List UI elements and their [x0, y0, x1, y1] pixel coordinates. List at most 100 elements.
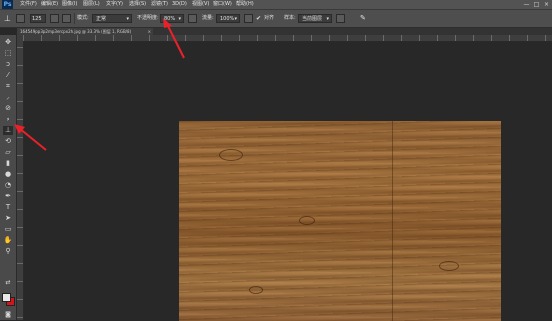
- crop-tool-icon[interactable]: ⌗: [3, 82, 13, 91]
- menu-edit[interactable]: 编辑(E): [41, 0, 58, 9]
- menu-select[interactable]: 选择(S): [129, 0, 146, 9]
- history-brush-tool-icon[interactable]: ⟲: [3, 137, 13, 146]
- clone-stamp-icon[interactable]: ⊥: [4, 13, 11, 24]
- swap-colors-icon[interactable]: ⇄: [3, 278, 13, 287]
- ruler-tick: [239, 35, 240, 41]
- ruler-tick: [437, 35, 438, 41]
- brush-tool-icon[interactable]: ⸗: [3, 115, 13, 124]
- ruler-tick: [17, 119, 23, 120]
- wood-knot: [219, 149, 243, 161]
- airbrush-icon[interactable]: [244, 14, 253, 23]
- pressure-size-icon[interactable]: ✎: [360, 13, 366, 24]
- sample-value: 当前图层: [302, 16, 323, 22]
- ruler-tick: [401, 35, 402, 41]
- ruler-tick: [17, 83, 23, 84]
- hand-tool-icon[interactable]: ✋: [3, 236, 13, 245]
- mode-select[interactable]: 正常 ▾: [92, 14, 132, 23]
- healing-tool-icon[interactable]: ⊘: [3, 104, 13, 113]
- ruler-tick: [17, 65, 23, 66]
- ruler-tick: [77, 35, 78, 41]
- sample-label: 样本:: [284, 15, 296, 21]
- ruler-tick: [257, 35, 258, 41]
- menu-filter[interactable]: 滤镜(T): [151, 0, 168, 9]
- ruler-tick: [17, 281, 23, 282]
- close-tab-icon[interactable]: ×: [148, 28, 151, 35]
- clone-source-icon[interactable]: [62, 14, 71, 23]
- close-window-button[interactable]: ×: [542, 0, 551, 9]
- ruler-tick: [17, 263, 23, 264]
- ruler-tick: [221, 35, 222, 41]
- lasso-tool-icon[interactable]: ↄ: [3, 60, 13, 69]
- tool-preset-picker[interactable]: [16, 14, 25, 23]
- blur-tool-icon[interactable]: ●: [3, 170, 13, 179]
- menu-window[interactable]: 窗口(W): [213, 0, 232, 9]
- document-tab[interactable]: 164549pp3p2mp3ercpx2h.jpg @ 33.3% (图层 1,…: [17, 28, 153, 35]
- ruler-tick: [347, 35, 348, 41]
- menu-bar: Ps 文件(F) 编辑(E) 图像(I) 图层(L) 文字(Y) 选择(S) 滤…: [0, 0, 552, 10]
- flow-input[interactable]: 100% ▾: [216, 14, 240, 23]
- ruler-tick: [17, 209, 23, 210]
- eraser-tool-icon[interactable]: ▱: [3, 148, 13, 157]
- ruler-tick: [17, 155, 23, 156]
- gradient-tool-icon[interactable]: ▮: [3, 159, 13, 168]
- ruler-tick: [203, 35, 204, 41]
- menu-file[interactable]: 文件(F): [20, 0, 37, 9]
- horizontal-ruler[interactable]: [17, 35, 552, 42]
- ruler-tick: [383, 35, 384, 41]
- quick-mask-icon[interactable]: ◙: [3, 310, 13, 319]
- ruler-tick: [509, 35, 510, 41]
- vertical-ruler[interactable]: [17, 41, 24, 320]
- ignore-adjustment-icon[interactable]: [336, 14, 345, 23]
- ruler-tick: [275, 35, 276, 41]
- ruler-tick: [329, 35, 330, 41]
- clone-stamp-tool-icon[interactable]: ⊥: [3, 126, 13, 135]
- quick-select-tool-icon[interactable]: ⁄: [3, 71, 13, 80]
- pen-tool-icon[interactable]: ✒: [3, 192, 13, 201]
- ruler-tick: [527, 35, 528, 41]
- ruler-tick: [131, 35, 132, 41]
- opacity-label: 不透明度:: [137, 15, 159, 21]
- ruler-tick: [17, 317, 23, 318]
- dodge-tool-icon[interactable]: ◔: [3, 181, 13, 190]
- menu-layer[interactable]: 图层(L): [83, 0, 100, 9]
- app-logo: Ps: [2, 0, 13, 9]
- aligned-checkbox[interactable]: ✔: [256, 13, 261, 24]
- menu-type[interactable]: 文字(Y): [106, 0, 123, 9]
- ruler-tick: [95, 35, 96, 41]
- ruler-tick: [17, 299, 23, 300]
- tools-panel: ✥ ⬚ ↄ ⁄ ⌗ ⸝ ⊘ ⸗ ⊥ ⟲ ▱ ▮ ● ◔ ✒ T ➤ ▭ ✋ ⚲ …: [0, 35, 17, 320]
- foreground-color-swatch[interactable]: [2, 293, 11, 302]
- aligned-label: 对齐: [264, 15, 275, 21]
- canvas-area[interactable]: [24, 42, 552, 321]
- type-tool-icon[interactable]: T: [3, 203, 13, 212]
- image-seam: [392, 121, 393, 321]
- ruler-tick: [17, 47, 23, 48]
- path-select-tool-icon[interactable]: ➤: [3, 214, 13, 223]
- minimize-button[interactable]: —: [522, 0, 531, 9]
- wood-texture-image[interactable]: [179, 121, 501, 321]
- wood-knot: [249, 286, 263, 294]
- shape-tool-icon[interactable]: ▭: [3, 225, 13, 234]
- ruler-tick: [365, 35, 366, 41]
- sample-select[interactable]: 当前图层 ▾: [298, 14, 332, 23]
- ruler-tick: [311, 35, 312, 41]
- menu-view[interactable]: 视图(V): [192, 0, 209, 9]
- mode-value: 正常: [96, 16, 107, 22]
- move-tool-icon[interactable]: ✥: [3, 38, 13, 47]
- maximize-button[interactable]: □: [532, 0, 541, 9]
- menu-3d[interactable]: 3D(D): [172, 0, 187, 9]
- brush-size-value: 125: [32, 16, 42, 22]
- eyedropper-tool-icon[interactable]: ⸝: [3, 93, 13, 102]
- ruler-tick: [17, 245, 23, 246]
- ruler-tick: [455, 35, 456, 41]
- brush-size-picker[interactable]: 125: [30, 14, 46, 23]
- ruler-tick: [17, 101, 23, 102]
- marquee-tool-icon[interactable]: ⬚: [3, 49, 13, 58]
- chevron-down-icon: ▾: [126, 16, 129, 22]
- flow-value: 100%: [220, 16, 235, 22]
- ruler-tick: [149, 35, 150, 41]
- menu-image[interactable]: 图像(I): [62, 0, 77, 9]
- brush-panel-icon[interactable]: [50, 14, 59, 23]
- zoom-tool-icon[interactable]: ⚲: [3, 247, 13, 256]
- menu-help[interactable]: 帮助(H): [236, 0, 254, 9]
